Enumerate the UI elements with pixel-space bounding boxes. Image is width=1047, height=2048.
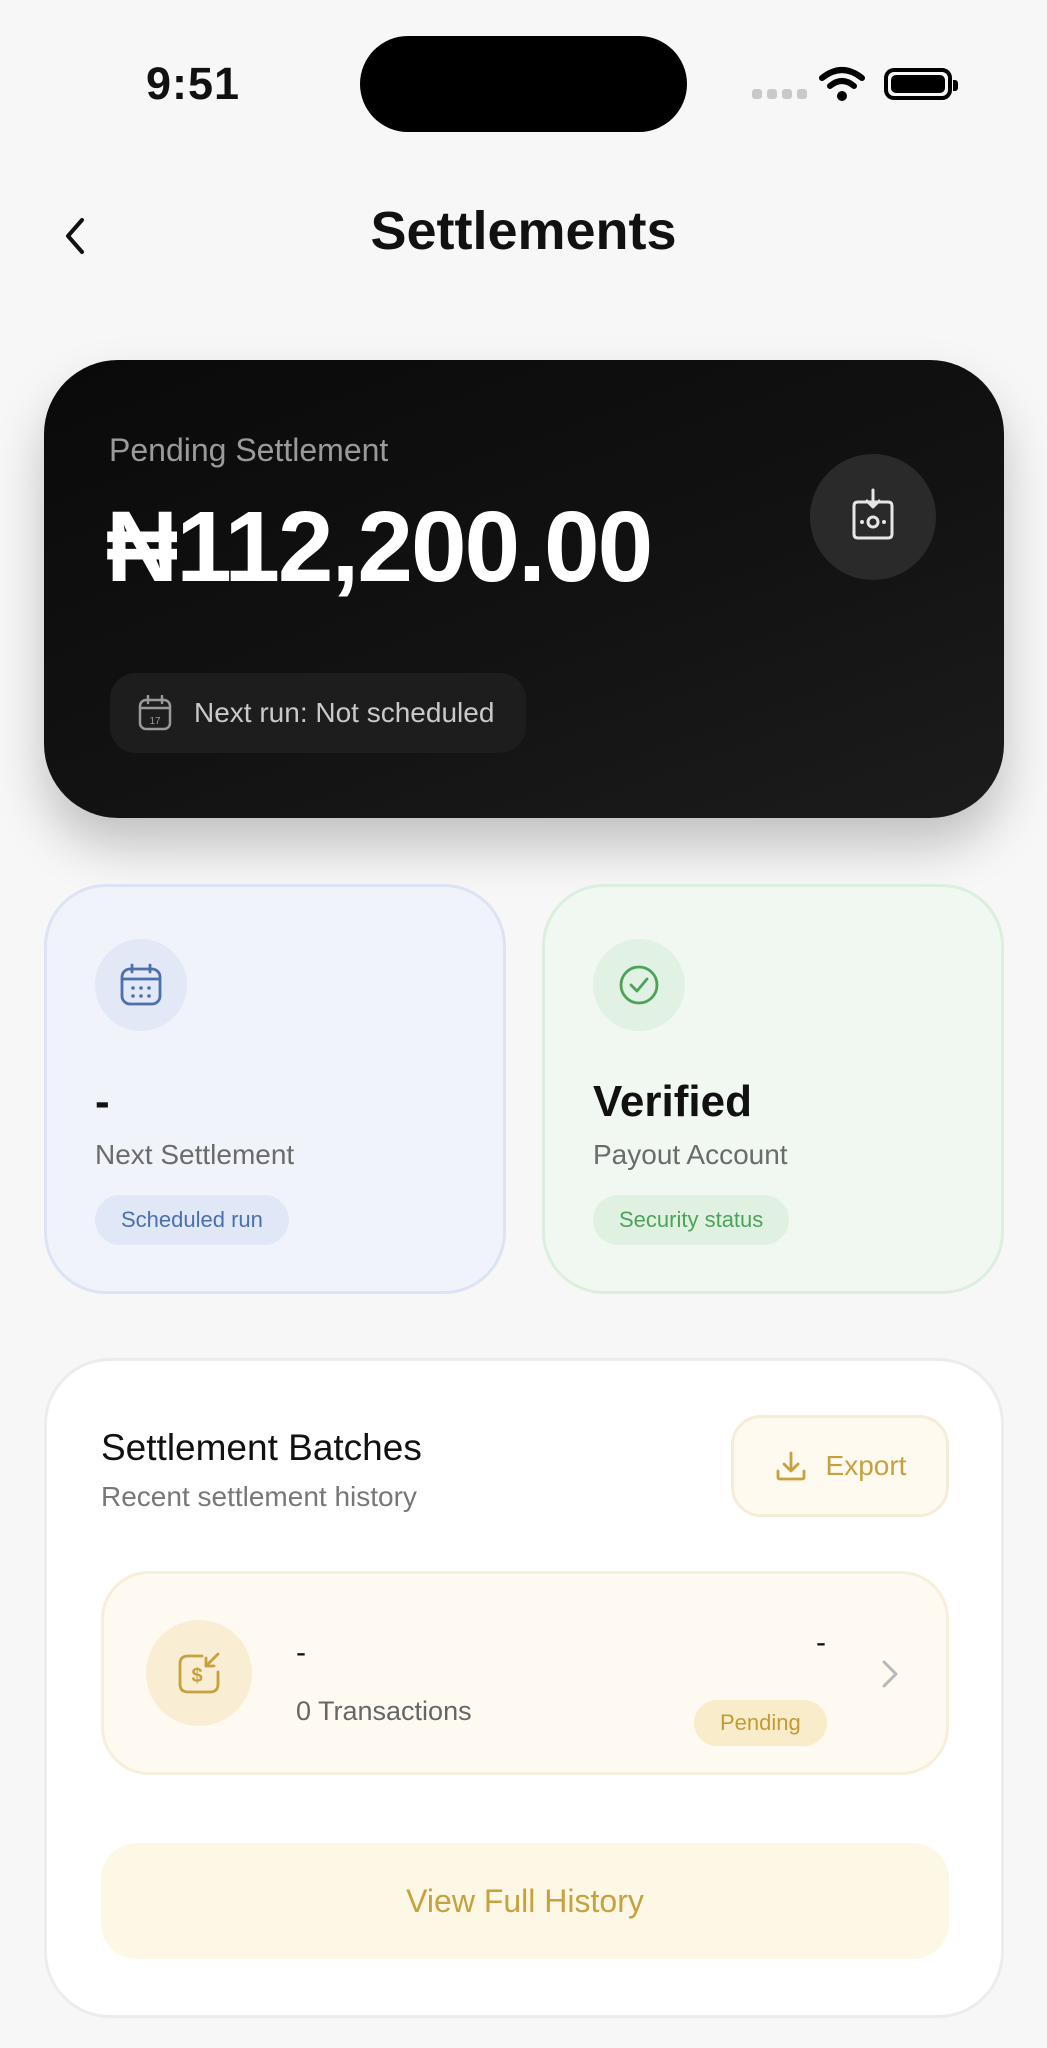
next-settlement-label: Next Settlement xyxy=(95,1139,295,1170)
calendar-icon: 17 xyxy=(138,695,172,731)
pending-settlement-amount: ₦112,200.00 xyxy=(106,491,653,603)
next-settlement-value: - xyxy=(95,1077,110,1126)
battery-icon xyxy=(884,68,958,100)
calendar-day: 17 xyxy=(149,716,161,727)
payout-account-value: Verified xyxy=(593,1077,752,1126)
batch-name: - xyxy=(296,1636,306,1669)
view-full-history-label: View Full History xyxy=(406,1882,644,1919)
wifi-icon xyxy=(819,67,865,101)
export-label: Export xyxy=(825,1450,907,1481)
check-circle-icon xyxy=(593,939,685,1031)
settlement-batches-card: Settlement Batches Recent settlement his… xyxy=(44,1358,1004,2018)
chevron-right-icon xyxy=(882,1660,898,1688)
payout-account-label: Payout Account xyxy=(593,1139,788,1170)
scheduled-run-badge: Scheduled run xyxy=(95,1195,289,1245)
batch-amount: - xyxy=(816,1626,826,1659)
cellular-signal-icon xyxy=(752,89,807,99)
dynamic-island xyxy=(360,36,687,132)
page-title: Settlements xyxy=(370,201,677,261)
status-time: 9:51 xyxy=(146,58,241,109)
pending-settlement-label: Pending Settlement xyxy=(109,432,389,468)
payout-account-card[interactable]: Verified Payout Account Security status xyxy=(542,884,1004,1294)
view-full-history-button[interactable]: View Full History xyxy=(101,1843,949,1959)
batch-status-badge: Pending xyxy=(694,1700,827,1746)
settlement-batches-title: Settlement Batches xyxy=(101,1427,422,1468)
security-status-badge: Security status xyxy=(593,1195,790,1245)
calendar-grid-icon xyxy=(95,939,187,1031)
download-icon xyxy=(776,1451,805,1481)
next-run-chip: 17 Next run: Not scheduled xyxy=(110,673,527,753)
batch-transactions: 0 Transactions xyxy=(296,1696,472,1726)
svg-text:$: $ xyxy=(191,1665,202,1687)
settlement-batches-subtitle: Recent settlement history xyxy=(101,1481,417,1512)
wallet-download-icon[interactable] xyxy=(810,454,936,580)
next-run-text: Next run: Not scheduled xyxy=(194,697,495,728)
batch-row[interactable]: $ - 0 Transactions - Pending xyxy=(101,1571,949,1775)
export-button[interactable]: Export xyxy=(731,1415,949,1517)
pending-settlement-card: Pending Settlement ₦112,200.00 17 Next r… xyxy=(44,360,1004,818)
next-settlement-card[interactable]: - Next Settlement Scheduled run xyxy=(44,884,506,1294)
dollar-in-icon: $ xyxy=(146,1620,252,1726)
